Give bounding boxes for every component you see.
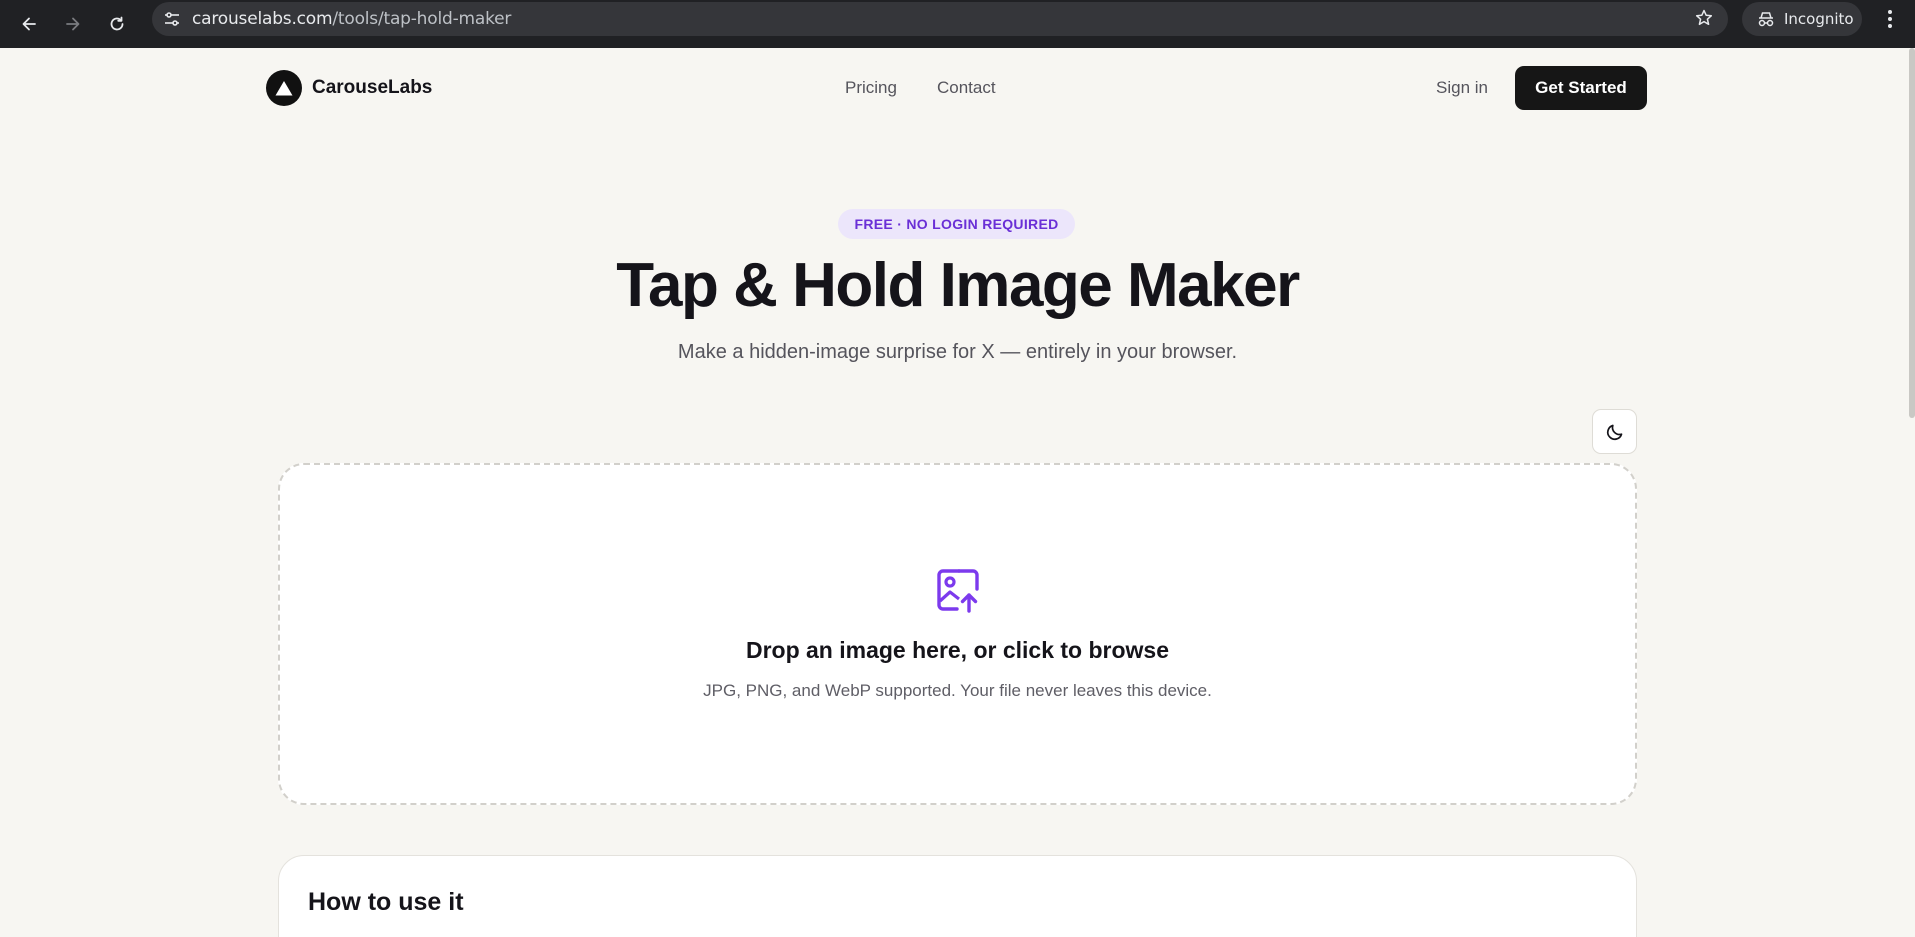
get-started-button[interactable]: Get Started — [1515, 66, 1647, 110]
incognito-label: Incognito — [1784, 10, 1854, 28]
browser-menu-button[interactable] — [1878, 6, 1902, 32]
reload-icon — [110, 16, 124, 31]
forward-button[interactable] — [58, 9, 88, 39]
main-nav: Pricing Contact — [845, 78, 996, 98]
url-text: carouselabs.com/tools/tap-hold-maker — [192, 9, 511, 29]
triangle-logo-icon — [266, 70, 302, 106]
dropzone-hint: JPG, PNG, and WebP supported. Your file … — [703, 681, 1212, 700]
arrow-right-icon — [66, 17, 80, 31]
sign-in-link[interactable]: Sign in — [1436, 78, 1488, 98]
free-badge: FREE · NO LOGIN REQUIRED — [838, 209, 1075, 239]
how-to-heading: How to use it — [308, 888, 464, 916]
image-dropzone[interactable]: Drop an image here, or click to browse J… — [278, 463, 1637, 805]
moon-icon — [1606, 424, 1622, 440]
url-domain: carouselabs.com — [192, 9, 333, 29]
more-vertical-icon — [1888, 10, 1892, 28]
theme-toggle-button[interactable] — [1592, 409, 1637, 454]
site-header: CarouseLabs Pricing Contact Sign in Get … — [0, 48, 1915, 128]
incognito-indicator[interactable]: Incognito — [1742, 2, 1862, 36]
page-title: Tap & Hold Image Maker — [616, 251, 1300, 320]
nav-link-pricing[interactable]: Pricing — [845, 78, 897, 98]
star-icon — [1695, 9, 1713, 26]
incognito-icon — [1758, 12, 1774, 27]
address-bar[interactable]: carouselabs.com/tools/tap-hold-maker — [152, 2, 1728, 36]
arrow-left-icon — [22, 17, 36, 31]
back-button[interactable] — [14, 9, 44, 39]
page-subtitle: Make a hidden-image surprise for X — ent… — [677, 341, 1238, 363]
browser-toolbar: carouselabs.com/tools/tap-hold-maker Inc… — [0, 0, 1915, 48]
brand-logo-link[interactable]: CarouseLabs — [266, 70, 432, 106]
brand-name: CarouseLabs — [312, 77, 433, 98]
dropzone-title: Drop an image here, or click to browse — [745, 637, 1170, 663]
how-to-card: How to use it — [278, 855, 1637, 937]
nav-link-contact[interactable]: Contact — [937, 78, 996, 98]
url-path: /tools/tap-hold-maker — [332, 9, 512, 29]
site-info-button[interactable] — [152, 2, 192, 36]
bookmark-button[interactable] — [1694, 8, 1714, 33]
tune-icon — [165, 12, 179, 26]
reload-button[interactable] — [102, 9, 132, 39]
image-upload-icon — [937, 569, 979, 613]
